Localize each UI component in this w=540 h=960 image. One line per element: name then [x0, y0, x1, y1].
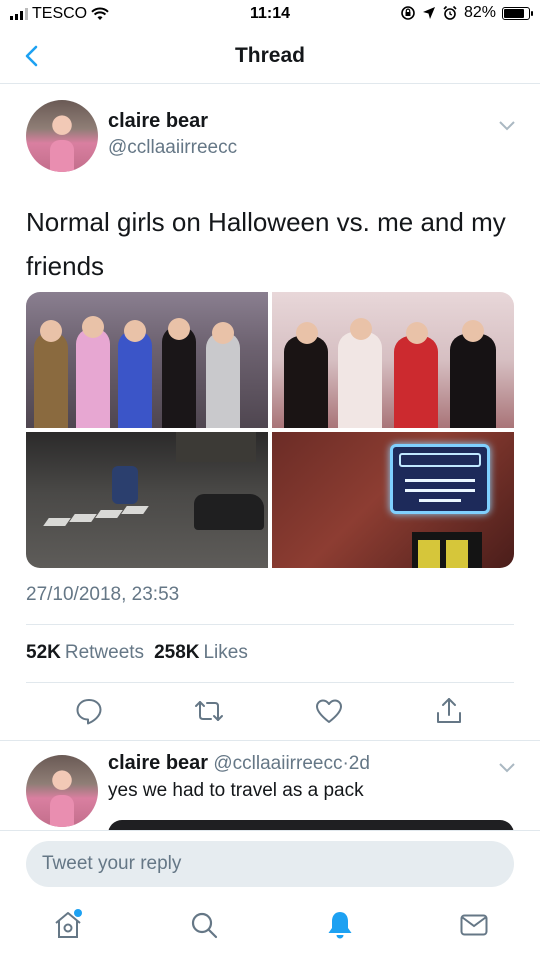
page-title: Thread: [234, 44, 305, 67]
photo-costume-group-1[interactable]: [26, 292, 268, 428]
divider: [0, 740, 540, 741]
person-figure: [34, 332, 68, 428]
person-figure: [450, 334, 496, 428]
messages-icon[interactable]: [458, 909, 490, 941]
retweet-icon[interactable]: [194, 696, 224, 726]
poster-yellow: [446, 540, 468, 568]
person-figure: [76, 328, 110, 428]
likes-count: 258K: [154, 642, 200, 663]
reply-author-name[interactable]: claire bear: [108, 752, 208, 774]
reply-age: 2d: [348, 753, 370, 774]
photo-costume-group-2[interactable]: [272, 292, 514, 428]
person-face: [168, 318, 190, 340]
reply-avatar[interactable]: [26, 755, 98, 827]
tweet-timestamp: 27/10/2018, 23:53: [26, 584, 180, 605]
person-figure: [206, 332, 240, 428]
reply-author-handle[interactable]: @ccllaaiirreecc: [213, 753, 342, 774]
media-grid: [26, 292, 514, 568]
dumpster: [176, 432, 256, 462]
person-figure: [284, 336, 328, 428]
chevron-down-icon[interactable]: [496, 114, 518, 136]
reply-input[interactable]: [26, 841, 514, 887]
neon-sign: [390, 444, 490, 514]
photo-bud-light-sign[interactable]: [272, 432, 514, 568]
likes-label: Likes: [203, 642, 248, 663]
poster-yellow: [418, 540, 440, 568]
person-figure: [162, 326, 196, 428]
rotation-lock-icon: [401, 6, 415, 20]
crosswalk-stripe: [95, 510, 123, 518]
person-face: [350, 318, 372, 340]
status-bar: TESCO 11:14 82%: [0, 0, 540, 30]
person-figure: [338, 332, 382, 428]
neon-sign-brand-panel: [399, 453, 481, 467]
home-notification-dot: [74, 909, 82, 917]
neon-sign-line: [405, 489, 475, 492]
photo-street-night[interactable]: [26, 432, 268, 568]
reply-text: yes we had to travel as a pack: [108, 780, 364, 801]
person-face: [82, 316, 104, 338]
reply-header: claire bear @ccllaaiirreecc·2d: [108, 752, 370, 775]
retweets-label: Retweets: [64, 642, 145, 663]
person-face: [406, 322, 428, 344]
battery-percent: 82%: [463, 4, 496, 21]
like-icon[interactable]: [314, 696, 344, 726]
status-right: 82%: [400, 4, 533, 22]
person-face: [296, 322, 318, 344]
share-icon[interactable]: [434, 696, 464, 726]
parked-car: [194, 494, 264, 530]
person-face: [462, 320, 484, 342]
location-icon: [422, 7, 435, 19]
notifications-icon[interactable]: [324, 909, 356, 941]
person-face: [212, 322, 234, 344]
reply-icon[interactable]: [74, 696, 104, 726]
chevron-down-icon[interactable]: [496, 756, 518, 778]
author-handle[interactable]: @ccllaaiirreecc: [108, 137, 237, 159]
navigation-bar: Thread: [0, 30, 540, 84]
neon-sign-line: [405, 479, 475, 482]
tab-bar: [0, 895, 540, 960]
divider: [26, 624, 514, 625]
likes-stat[interactable]: 258K Likes: [154, 642, 248, 664]
crosswalk-stripe: [43, 518, 71, 526]
divider: [26, 682, 514, 683]
retweets-stat[interactable]: 52K Retweets: [26, 642, 144, 664]
person-figure: [394, 336, 438, 428]
retweets-count: 52K: [26, 642, 61, 663]
tweet-stats: 52K Retweets 258K Likes: [26, 642, 248, 664]
person-face: [40, 320, 62, 342]
person-face: [124, 320, 146, 342]
search-icon[interactable]: [188, 909, 220, 941]
neon-sign-line: [419, 499, 461, 502]
person-figure: [118, 330, 152, 428]
author-name[interactable]: claire bear: [108, 110, 208, 133]
avatar[interactable]: [26, 100, 98, 172]
crosswalk-stripe: [69, 514, 97, 522]
battery-fill: [504, 8, 524, 18]
can-costume-figure: [112, 466, 138, 504]
tweet-text: Normal girls on Halloween vs. me and my …: [26, 207, 506, 281]
tweet-actions: [0, 696, 540, 730]
alarm-icon: [443, 5, 457, 20]
compose-bar: [0, 830, 540, 895]
crosswalk-stripe: [121, 506, 149, 514]
battery-icon: [502, 6, 533, 20]
